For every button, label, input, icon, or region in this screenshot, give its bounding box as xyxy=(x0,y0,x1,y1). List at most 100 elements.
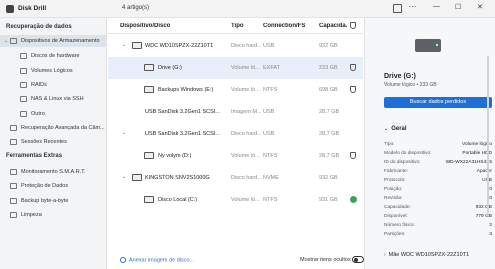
chevron-right-icon: › xyxy=(384,252,386,258)
raid-icon xyxy=(20,82,27,88)
camera-icon xyxy=(10,125,17,131)
sidebar-item-recent-sessions[interactable]: Sessões Recentes xyxy=(0,136,106,148)
device-name: Drive (G:) xyxy=(158,65,182,71)
more-options-icon[interactable]: ⋯ xyxy=(408,3,417,13)
column-type[interactable]: Tipo xyxy=(231,23,244,29)
chevron-down-icon[interactable]: ⌄ xyxy=(122,130,126,136)
property-key: Modelo do dispositivo: xyxy=(384,151,432,156)
show-hidden-toggle[interactable] xyxy=(352,256,364,263)
device-name: KINGSTON SNV2S1000G xyxy=(145,175,210,181)
chevron-down-icon[interactable]: ⌄ xyxy=(122,174,126,180)
sidebar-item-byte-backup[interactable]: Backup byte-a-byte xyxy=(0,195,106,207)
sidebar-item-hardware-disks[interactable]: Discos de hardware xyxy=(0,50,106,62)
property-value: 2 xyxy=(489,223,492,228)
column-capacity[interactable]: Capacida... xyxy=(319,23,347,29)
sidebar-item-storage-devices[interactable]: ⌄ Dispositivos de Armazenamento xyxy=(0,35,106,47)
add-disk-image-link[interactable]: Anexar imagem de disco... xyxy=(120,257,194,263)
table-row[interactable]: ⌄ KINGSTON SNV2S1000G Disco hard... NVME… xyxy=(108,167,363,189)
device-name: Ny volym (D:) xyxy=(158,153,192,159)
device-capacity: 28,7 GB xyxy=(319,153,340,159)
property-row: Disponível: 779 GB xyxy=(384,214,492,223)
table-row[interactable]: Disco Local (C:) Volume ló... NTFS 931 G… xyxy=(108,189,363,211)
device-connection: NVME xyxy=(263,175,279,181)
general-section-label: Geral xyxy=(391,126,407,132)
volume-icon xyxy=(144,196,154,203)
nas-icon xyxy=(20,96,27,102)
hard-drive-image-icon xyxy=(415,39,441,52)
property-key: Disponível: xyxy=(384,214,408,219)
property-row: Revisão: 0 xyxy=(384,196,492,205)
column-connection[interactable]: Connection/FS xyxy=(263,23,316,29)
table-row[interactable]: USB SanDisk 3.2Gen1 SCSI... Imagem M... … xyxy=(108,101,363,123)
device-connection: EXFAT xyxy=(263,65,281,71)
property-row: Posição: 0 xyxy=(384,187,492,196)
parent-disk-section[interactable]: › Mãe WDC WD10SPZX-22Z10T1 xyxy=(384,252,469,258)
backup-icon xyxy=(10,198,17,204)
device-connection: NTFS xyxy=(263,197,278,203)
shield-icon[interactable] xyxy=(350,64,356,71)
property-row: Capacidade: 932 GB xyxy=(384,205,492,214)
device-type: Volume ló... xyxy=(231,87,260,93)
table-row[interactable]: Backups Windows (E:) Volume ló... NTFS 6… xyxy=(108,79,363,101)
title-bar: Disk Drill 4 artigo(s) ⋯ — ☐ ✕ xyxy=(0,0,495,18)
device-connection: USB xyxy=(263,43,275,49)
maximize-icon[interactable]: ☐ xyxy=(455,3,461,11)
clock-icon xyxy=(10,139,17,145)
property-row: Número físico: 2 xyxy=(384,223,492,232)
sidebar-item-other[interactable]: Outro xyxy=(0,108,106,120)
device-table: Dispositivo/Disco Tipo Connection/FS Cap… xyxy=(108,18,364,269)
sidebar-item-label: Monitoramento S.M.A.R.T. xyxy=(21,169,86,175)
table-row[interactable]: ⌄ USB SanDisk 3.2Gen1 SCSI... Disco hard… xyxy=(108,123,363,145)
property-row: Partições: 3 xyxy=(384,232,492,241)
app-logo-icon xyxy=(6,5,14,13)
sidebar-item-cleanup[interactable]: Limpeza xyxy=(0,209,106,221)
shield-icon[interactable] xyxy=(350,152,356,159)
shield-icon[interactable] xyxy=(350,86,356,93)
detail-scrollbar[interactable] xyxy=(487,56,489,216)
help-book-icon[interactable] xyxy=(393,4,402,13)
volume-icon xyxy=(144,152,154,159)
device-capacity: 932 GB xyxy=(319,43,338,49)
device-connection: NTFS xyxy=(263,153,278,159)
drive-light xyxy=(436,44,438,46)
sidebar-item-data-protection[interactable]: Proteção de Dados xyxy=(0,180,106,192)
table-row[interactable]: Ny volym (D:) Volume ló... NTFS 28,7 GB xyxy=(108,145,363,167)
storage-icon xyxy=(10,38,17,44)
hard-disk-icon xyxy=(132,174,142,181)
close-icon[interactable]: ✕ xyxy=(477,3,483,11)
section-data-recovery: Recuperação de dados xyxy=(6,24,72,30)
property-key: Tipo: xyxy=(384,142,395,147)
sidebar-item-advanced-camera-recovery[interactable]: Recuperação Avançada da Câm... xyxy=(0,122,106,134)
property-value: Apacer xyxy=(476,169,492,174)
table-row[interactable]: Drive (G:) Volume ló... EXFAT 233 GB xyxy=(108,57,363,79)
volume-icon xyxy=(144,64,154,71)
sidebar-item-label: RAIDs xyxy=(31,82,47,88)
device-connection: USB xyxy=(263,131,275,137)
section-extra-tools: Ferramentas Extras xyxy=(6,153,63,159)
sidebar-item-label: NAS & Linux via SSH xyxy=(31,96,84,102)
protection-column-icon xyxy=(350,22,356,29)
sidebar-item-label: Discos de hardware xyxy=(31,53,80,59)
sidebar: Recuperação de dados ⌄ Dispositivos de A… xyxy=(0,18,107,269)
device-capacity: 932 GB xyxy=(319,175,338,181)
sidebar-item-nas-linux[interactable]: NAS & Linux via SSH xyxy=(0,93,106,105)
search-lost-data-button[interactable]: Buscar dados perdidos xyxy=(384,97,492,108)
column-device[interactable]: Dispositivo/Disco xyxy=(120,23,170,29)
table-row[interactable]: ⌄ WDC WD10SPZX-22Z10T1 Disco hard... USB… xyxy=(108,35,363,57)
property-value: 0 xyxy=(489,196,492,201)
hard-disk-icon xyxy=(132,42,142,49)
sidebar-item-raids[interactable]: RAIDs xyxy=(0,79,106,91)
sidebar-item-label: Recuperação Avançada da Câm... xyxy=(21,125,105,131)
device-type: Volume ló... xyxy=(231,153,260,159)
minimize-icon[interactable]: — xyxy=(433,3,440,10)
device-capacity: 28,7 GB xyxy=(319,131,340,137)
property-row: Protocolo:USB xyxy=(384,178,492,187)
toggle-knob xyxy=(354,258,358,262)
sidebar-item-logical-volumes[interactable]: Volumes Lógicos xyxy=(0,65,106,77)
general-section-header[interactable]: ⌄ Geral xyxy=(384,126,407,132)
device-capacity: 28,7 GB xyxy=(319,109,340,115)
protected-check-icon xyxy=(350,196,357,203)
chevron-down-icon[interactable]: ⌄ xyxy=(122,42,126,48)
sidebar-item-smart-monitoring[interactable]: Monitoramento S.M.A.R.T. xyxy=(0,166,106,178)
app-title: Disk Drill xyxy=(18,5,47,12)
